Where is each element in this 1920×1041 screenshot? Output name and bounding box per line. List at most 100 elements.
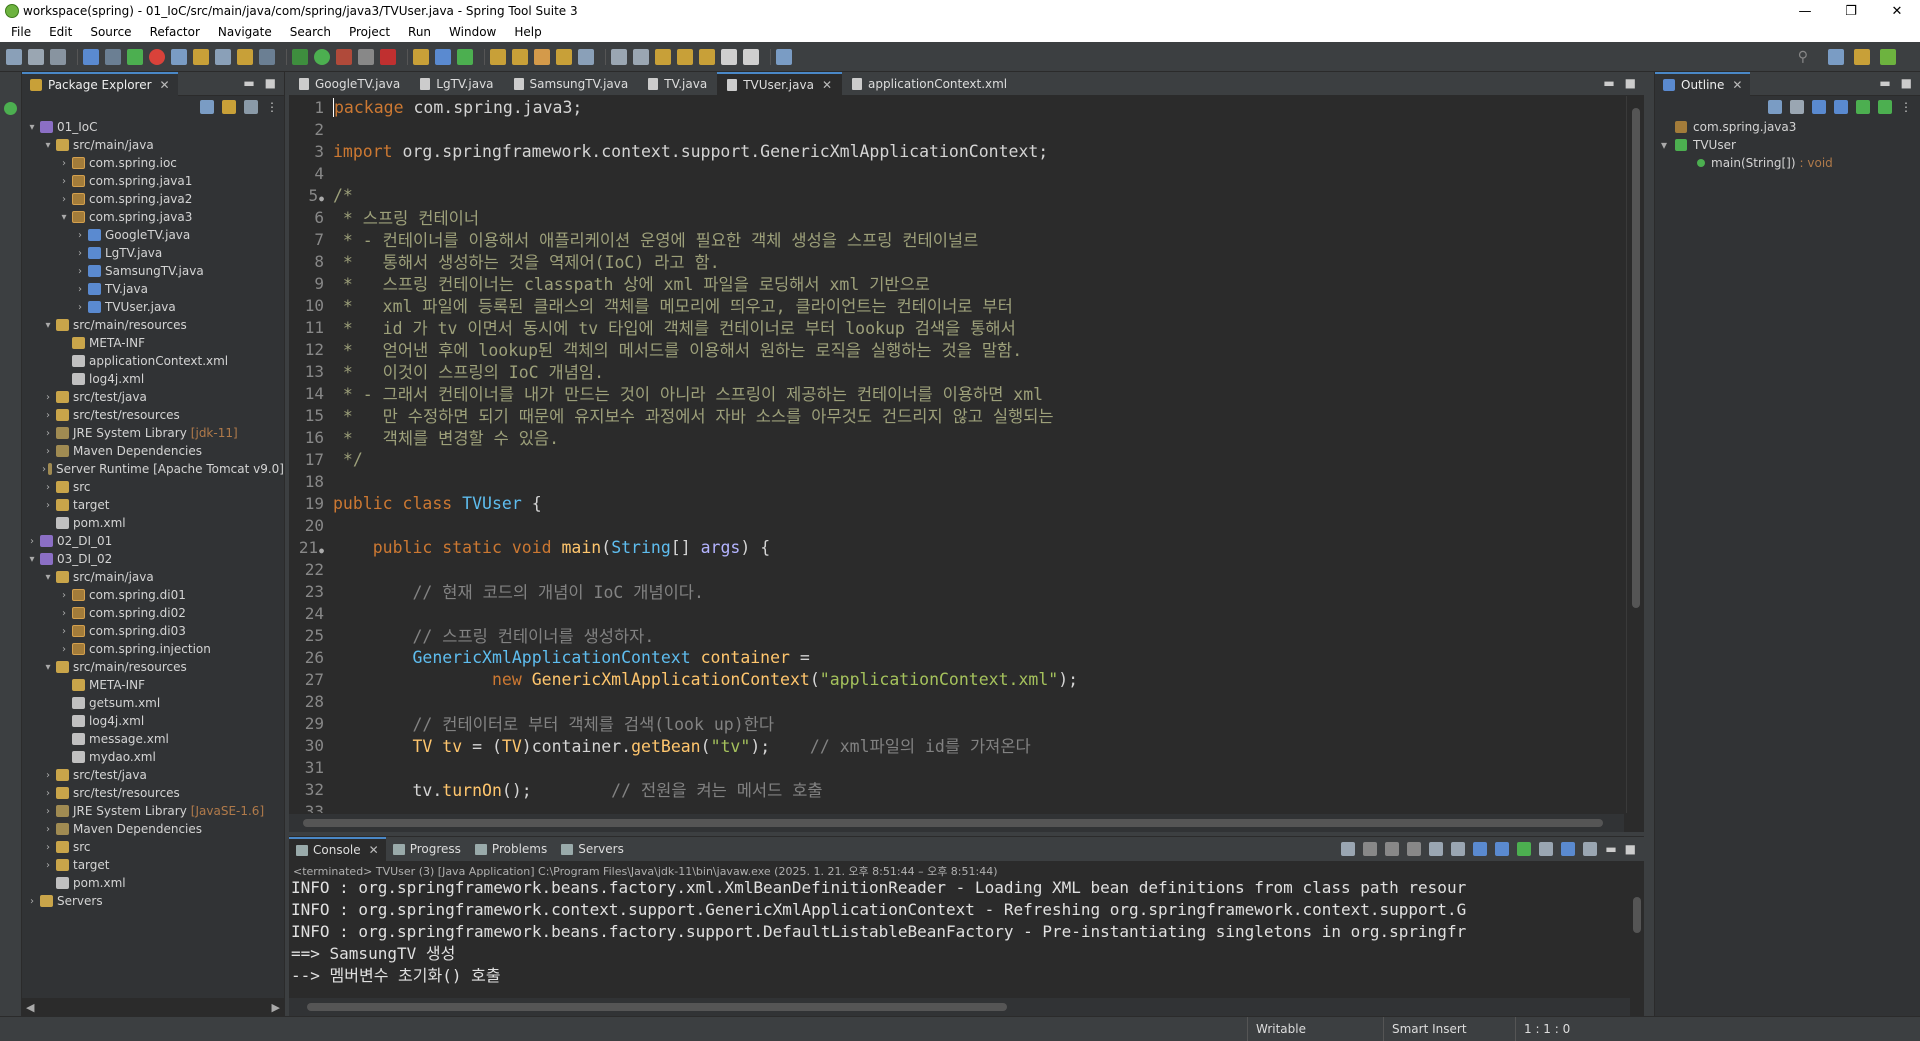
link-with-editor-icon[interactable] [222, 100, 236, 114]
terminate-icon[interactable] [1363, 842, 1378, 856]
scroll-right-icon[interactable]: ▶ [272, 1001, 280, 1014]
run-configurations-icon[interactable] [336, 48, 352, 65]
vertical-scrollbar[interactable] [1626, 96, 1644, 813]
collapsed-arrow-icon[interactable]: › [26, 896, 38, 907]
code-line[interactable]: 3 import org.springframework.context.supp… [289, 140, 1624, 162]
show-whitespace-icon[interactable] [259, 48, 275, 65]
menu-project[interactable]: Project [340, 25, 399, 39]
collapsed-arrow-icon[interactable]: › [42, 464, 46, 475]
focus-on-active-task-icon[interactable] [244, 100, 258, 114]
code-line[interactable]: 32 tv.turnOn(); // 전원을 켜는 메서드 호출 [289, 778, 1624, 801]
outline-item[interactable]: ▾ TVUser [1661, 136, 1920, 154]
tree-item[interactable]: › GoogleTV.java [22, 226, 284, 244]
code-line[interactable]: 11 * id 가 tv 이면서 동시에 tv 타입에 객체를 컨테이너로 부터… [289, 316, 1624, 339]
stop-server-icon[interactable] [380, 48, 396, 65]
view-menu-icon[interactable]: ⋮ [1900, 100, 1912, 114]
tree-item[interactable]: › com.spring.injection [22, 640, 284, 658]
scroll-lock-icon[interactable] [1451, 842, 1466, 856]
expanded-arrow-icon[interactable]: ▾ [42, 140, 54, 151]
hide-fields-icon[interactable] [1812, 100, 1826, 114]
collapsed-arrow-icon[interactable]: › [74, 302, 86, 313]
tree-item[interactable]: ▾ com.spring.java3 [22, 208, 284, 226]
pin-icon[interactable] [721, 48, 737, 65]
tree-item[interactable]: › src/test/resources [22, 406, 284, 424]
collapsed-arrow-icon[interactable]: › [74, 266, 86, 277]
editor-tab[interactable]: applicationContext.xml [842, 72, 1017, 95]
open-console-icon[interactable] [83, 48, 99, 65]
tree-item[interactable]: › target [22, 856, 284, 874]
scroll-thumb[interactable] [1633, 897, 1641, 933]
expanded-arrow-icon[interactable]: ▾ [42, 572, 54, 583]
collapsed-arrow-icon[interactable]: › [42, 842, 54, 853]
view-menu-icon[interactable]: ⋮ [266, 100, 278, 114]
menu-source[interactable]: Source [81, 25, 140, 39]
tree-item[interactable]: › Maven Dependencies [22, 442, 284, 460]
code-line[interactable]: 22 [289, 558, 1624, 580]
collapse-all-icon[interactable] [1768, 100, 1782, 114]
close-icon[interactable]: ✕ [160, 78, 170, 92]
collapsed-arrow-icon[interactable]: › [42, 824, 54, 835]
code-line[interactable]: 21 public static void main(String[] args… [289, 536, 1624, 558]
code-line[interactable]: 27 new GenericXmlApplicationContext("app… [289, 668, 1624, 690]
collapsed-arrow-icon[interactable]: › [58, 176, 70, 187]
close-icon[interactable]: ✕ [1732, 78, 1742, 92]
next-annotation-icon[interactable] [611, 48, 627, 65]
menu-refactor[interactable]: Refactor [141, 25, 209, 39]
restore-button[interactable]: ❐ [1828, 0, 1874, 22]
tree-item[interactable]: META-INF [22, 334, 284, 352]
toggle-mark-occurrences-icon[interactable] [215, 48, 231, 65]
tree-item[interactable]: › JRE System Library [jdk-11] [22, 424, 284, 442]
spring-perspective-icon[interactable] [1880, 49, 1896, 65]
editor-tab[interactable]: GoogleTV.java [289, 72, 410, 95]
editor-tab[interactable]: LgTV.java [410, 72, 503, 95]
skip-breakpoints-icon[interactable] [193, 48, 209, 65]
new-class-icon[interactable] [457, 48, 473, 65]
scroll-thumb[interactable] [307, 1003, 1007, 1011]
maximize-view-icon[interactable]: ■ [1901, 76, 1912, 90]
expanded-arrow-icon[interactable]: ▾ [26, 554, 38, 565]
tab-progress[interactable]: Progress [386, 837, 468, 861]
close-icon[interactable]: ✕ [369, 843, 379, 857]
minimize-view-icon[interactable]: ▬ [1879, 76, 1890, 90]
new-icon[interactable] [6, 48, 22, 65]
tree-item[interactable]: applicationContext.xml [22, 352, 284, 370]
toggle-block-icon[interactable] [237, 48, 253, 65]
code-line[interactable]: 8 * 통해서 생성하는 것을 역제어(IoC) 라고 함. [289, 250, 1624, 273]
collapsed-arrow-icon[interactable]: › [42, 500, 54, 511]
menu-search[interactable]: Search [281, 25, 340, 39]
forward-icon[interactable] [699, 48, 715, 65]
quick-access-search-icon[interactable]: ⚲ [1798, 49, 1808, 65]
code-line[interactable]: 28 [289, 690, 1624, 712]
minimize-editor-icon[interactable]: ▬ [1603, 76, 1614, 90]
settings-icon[interactable] [1583, 842, 1598, 856]
collapsed-arrow-icon[interactable]: › [42, 806, 54, 817]
terminal-icon[interactable] [105, 48, 121, 65]
code-editor[interactable]: 1 package com.spring.java3; 2 3 import org.s… [289, 96, 1624, 813]
code-line[interactable]: 33 [289, 800, 1624, 814]
collapsed-arrow-icon[interactable]: › [74, 248, 86, 259]
code-line[interactable]: 19 public class TVUser { [289, 492, 1624, 514]
code-line[interactable]: 10 * xml 파일에 등록된 클래스의 객체를 메모리에 띄우고, 클라이언… [289, 294, 1624, 317]
expanded-arrow-icon[interactable]: ▾ [42, 320, 54, 331]
new-package-icon[interactable] [435, 48, 451, 65]
code-line[interactable]: 6 * 스프링 컨테이너 [289, 206, 1624, 229]
stop-icon[interactable] [149, 48, 165, 65]
prev-annotation-icon[interactable] [633, 48, 649, 65]
tree-item[interactable]: ▾ src/main/java [22, 568, 284, 586]
close-icon[interactable]: ✕ [822, 78, 832, 92]
open-console-icon[interactable] [1539, 842, 1554, 856]
code-line[interactable]: 31 [289, 756, 1624, 778]
outline-item[interactable]: com.spring.java3 [1661, 118, 1920, 136]
hide-non-public-icon[interactable] [1856, 100, 1870, 114]
tree-item[interactable]: pom.xml [22, 514, 284, 532]
collapsed-arrow-icon[interactable]: › [42, 410, 54, 421]
scroll-thumb[interactable] [1632, 108, 1640, 608]
collapsed-arrow-icon[interactable]: › [74, 284, 86, 295]
collapsed-arrow-icon[interactable]: › [42, 770, 54, 781]
code-line[interactable]: 2 [289, 118, 1624, 140]
tree-item[interactable]: message.xml [22, 730, 284, 748]
collapsed-arrow-icon[interactable]: › [58, 194, 70, 205]
menu-run[interactable]: Run [399, 25, 440, 39]
scroll-thumb[interactable] [303, 819, 1603, 827]
word-wrap-icon[interactable] [1473, 842, 1488, 856]
